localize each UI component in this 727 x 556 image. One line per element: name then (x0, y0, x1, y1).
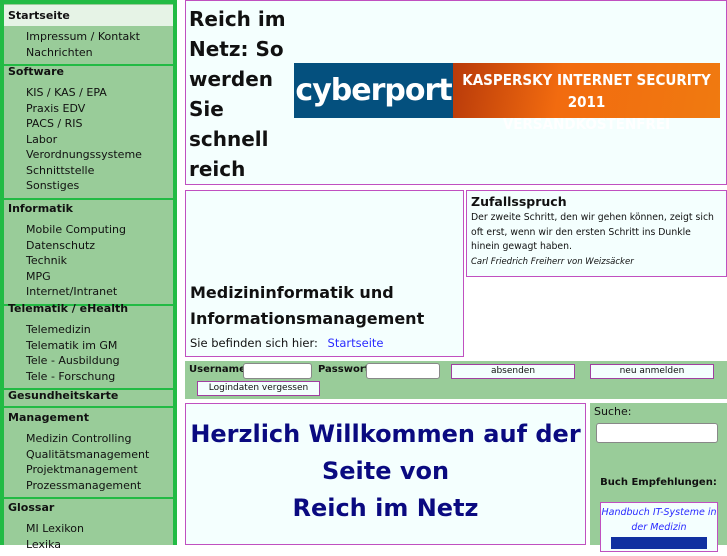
sidebar-section: Gesundheitskarte (4, 385, 173, 408)
username-input[interactable] (243, 363, 312, 379)
quote-heading: Zufallsspruch (471, 194, 567, 209)
banner-line2: VERSANDKOSTENFREI (502, 115, 671, 133)
sidebar-item[interactable]: Telemedizin (4, 322, 173, 338)
sidebar-item[interactable]: Labor (4, 132, 173, 148)
sidebar-item[interactable]: Qualitätsmanagement (4, 447, 173, 463)
breadcrumb: Sie befinden sich hier: Startseite (190, 336, 383, 350)
sidebar-item[interactable]: Lexika (4, 537, 173, 553)
sidebar-item[interactable]: Verordnungssysteme (4, 147, 173, 163)
sidebar-item[interactable]: Tele - Ausbildung (4, 353, 173, 369)
sidebar-section: Software KIS / KAS / EPA Praxis EDV PACS / … (4, 61, 173, 200)
welcome-line2: Seite von (321, 457, 450, 485)
sidebar-item[interactable]: Projektmanagement (4, 462, 173, 478)
sidebar-item[interactable]: Tele - Forschung (4, 369, 173, 385)
site-title-line: Sie (189, 97, 224, 121)
quote-text: Der zweite Schritt, den wir gehen können… (471, 212, 714, 252)
sidebar-item[interactable]: MI Lexikon (4, 521, 173, 537)
login-bar: Username Passwort absenden neu anmelden … (185, 361, 727, 399)
section-title: Medizininformatik und Informationsmanage… (190, 283, 425, 328)
section-title-box: Medizininformatik und Informationsmanage… (185, 190, 464, 357)
welcome-line3: Reich im Netz (292, 494, 479, 522)
sidebar-item[interactable]: MPG (4, 269, 173, 285)
sidebar-item[interactable]: Praxis EDV (4, 101, 173, 117)
sidebar-item[interactable]: Schnittstelle (4, 163, 173, 179)
sidebar-heading[interactable]: Management (4, 407, 173, 428)
welcome-box: Herzlich Willkommen auf der Seite von Re… (185, 403, 586, 545)
register-button[interactable]: neu anmelden (590, 364, 714, 379)
sidebar-section: Startseite Impressum / Kontakt Nachrichten (4, 5, 173, 66)
sidebar-item[interactable]: Impressum / Kontakt (4, 29, 173, 45)
sidebar-item[interactable]: Prozessmanagement (4, 478, 173, 494)
sidebar-section: Telematik / eHealth Telemedizin Telematik … (4, 298, 173, 390)
sidebar-nav: Startseite Impressum / Kontakt Nachrichten… (0, 0, 177, 551)
quote-author: Carl Friedrich Freiherr von Weizsäcker (471, 256, 634, 267)
sidebar-item[interactable]: Mobile Computing (4, 222, 173, 238)
sidebar-heading[interactable]: Glossar (4, 497, 173, 518)
banner-brand: cyberport (294, 63, 453, 118)
sidebar-item[interactable]: Nachrichten (4, 45, 173, 61)
forgot-login-button[interactable]: Logindaten vergessen (197, 381, 320, 396)
sidebar-heading[interactable]: Telematik / eHealth (4, 298, 173, 319)
sidebar-heading[interactable]: Gesundheitskarte (4, 385, 173, 406)
sidebar-item[interactable]: Sonstiges (4, 178, 173, 194)
password-label: Passwort (318, 364, 370, 375)
site-title-line: Netz: So (189, 37, 284, 61)
password-input[interactable] (366, 363, 440, 379)
sidebar-item[interactable]: Medizin Controlling (4, 431, 173, 447)
sidebar-section: Informatik Mobile Computing Datenschutz Tec… (4, 198, 173, 306)
sidebar-section: Management Medizin Controlling Qualitätsma… (4, 407, 173, 499)
submit-button[interactable]: absenden (451, 364, 575, 379)
book-title-link[interactable]: Handbuch IT-Systeme in der Medizin (601, 505, 717, 535)
sidebar-item[interactable]: KIS / KAS / EPA (4, 85, 173, 101)
site-title: Reich im Netz: So werden Sie schnell reich (189, 4, 286, 184)
right-sidebar: Suche: Buch Empfehlungen: Handbuch IT-Sy… (590, 403, 727, 552)
sidebar-heading[interactable]: Startseite (4, 5, 173, 26)
quote-box: Zufallsspruch Der zweite Schritt, den wi… (466, 190, 727, 277)
username-label: Username (189, 364, 246, 375)
sidebar-item[interactable]: PACS / RIS (4, 116, 173, 132)
search-input[interactable] (596, 423, 718, 443)
book-cover-image[interactable] (611, 537, 707, 549)
welcome-line1: Herzlich Willkommen auf der (190, 420, 581, 448)
breadcrumb-label: Sie befinden sich hier: (190, 336, 318, 350)
books-heading: Buch Empfehlungen: (600, 477, 717, 488)
site-title-line: reich (189, 157, 246, 181)
sidebar-item[interactable]: Technik (4, 253, 173, 269)
site-title-line: werden (189, 67, 274, 91)
cyberport-banner-ad[interactable]: cyberport KASPERSKY INTERNET SECURITY 20… (294, 63, 720, 133)
breadcrumb-link-startseite[interactable]: Startseite (328, 336, 384, 350)
site-title-line: schnell (189, 127, 269, 151)
sidebar-heading[interactable]: Software (4, 61, 173, 82)
sidebar-section: Glossar MI Lexikon Lexika (4, 497, 173, 556)
header-box: Reich im Netz: So werden Sie schnell reich cy… (185, 0, 727, 185)
sidebar-heading[interactable]: Informatik (4, 198, 173, 219)
banner-line1: KASPERSKY INTERNET SECURITY 2011 (462, 71, 711, 111)
sidebar-item[interactable]: Telematik im GM (4, 338, 173, 354)
search-label: Suche: (594, 405, 632, 418)
sidebar-item[interactable]: Datenschutz (4, 238, 173, 254)
site-title-line: Reich im (189, 7, 286, 31)
